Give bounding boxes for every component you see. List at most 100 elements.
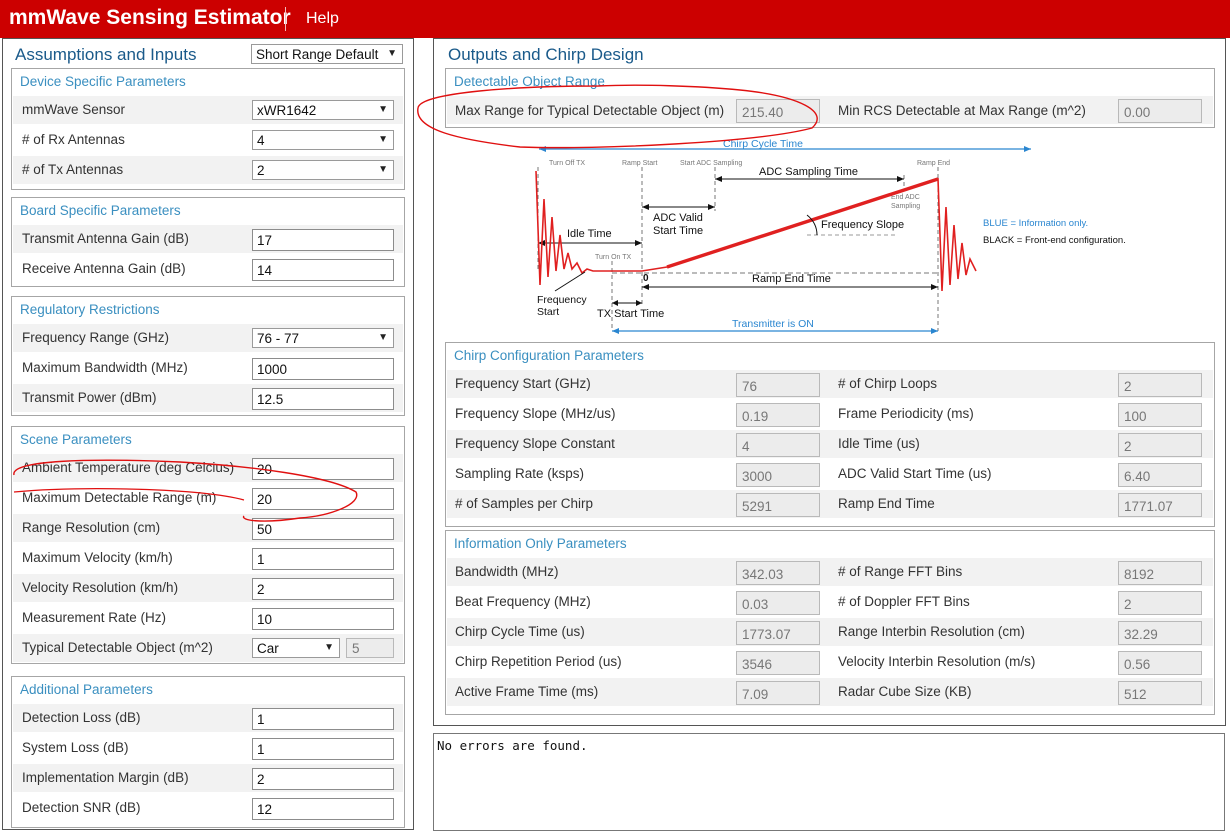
- status-log[interactable]: No errors are found.: [433, 733, 1225, 831]
- rx-gain-input[interactable]: 14: [252, 259, 394, 281]
- arrow-head-icon: [642, 284, 649, 290]
- tx-power-label: Transmit Power (dBm): [22, 390, 157, 405]
- ramp-end-time-label: Ramp End Time: [752, 273, 831, 285]
- sensor-value: xWR1642: [257, 103, 317, 118]
- freq-range-label: Frequency Range (GHz): [22, 330, 170, 345]
- arrow-head-icon: [708, 204, 715, 210]
- tx-power-input[interactable]: 12.5: [252, 388, 394, 410]
- max-bandwidth-label: Maximum Bandwidth (MHz): [22, 360, 188, 375]
- slope-constant-output: 4: [736, 433, 820, 457]
- velocity-resolution-label: Velocity Resolution (km/h): [22, 580, 179, 595]
- idle-time-output-label: Idle Time (us): [838, 436, 920, 451]
- freq-range-value: 76 - 77: [257, 331, 300, 346]
- range-interbin-label: Range Interbin Resolution (cm): [838, 624, 1025, 639]
- range-resolution-label: Range Resolution (cm): [22, 520, 161, 535]
- adc-sampling-label: ADC Sampling Time: [759, 166, 858, 178]
- tx-start-label: TX Start Time: [597, 308, 664, 320]
- chevron-down-icon: ▼: [378, 104, 388, 115]
- adc-start-output: 6.40: [1118, 463, 1202, 487]
- detectable-object-label: Typical Detectable Object (m^2): [22, 640, 213, 655]
- system-loss-label: System Loss (dB): [22, 740, 129, 755]
- inputs-panel-title: Assumptions and Inputs: [15, 45, 197, 64]
- max-range-label: Maximum Detectable Range (m): [22, 490, 217, 505]
- ambient-temp-input[interactable]: 20: [252, 458, 394, 480]
- beat-freq-label: Beat Frequency (MHz): [455, 594, 591, 609]
- info-params-title: Information Only Parameters: [454, 536, 627, 551]
- chirp-config-group: Chirp Configuration Parameters Frequency…: [445, 342, 1215, 527]
- tx-gain-input[interactable]: 17: [252, 229, 394, 251]
- range-fft-bins-output: 8192: [1118, 561, 1202, 585]
- zero-marker: 0: [643, 273, 649, 284]
- chevron-down-icon: ▼: [387, 48, 397, 59]
- board-params-title: Board Specific Parameters: [20, 203, 181, 218]
- max-velocity-input[interactable]: 1: [252, 548, 394, 570]
- device-params-title: Device Specific Parameters: [20, 74, 186, 89]
- doppler-fft-bins-output: 2: [1118, 591, 1202, 615]
- tx-antennas-value: 2: [257, 163, 265, 178]
- chirp-cycle-output: 1773.07: [736, 621, 820, 645]
- tx-antennas-select[interactable]: 2 ▼: [252, 160, 394, 180]
- system-loss-input[interactable]: 1: [252, 738, 394, 760]
- max-range-input[interactable]: 20: [252, 488, 394, 510]
- freq-slope-label: Frequency Slope: [821, 219, 904, 231]
- chirp-loops-output: 2: [1118, 373, 1202, 397]
- sensor-label: mmWave Sensor: [22, 102, 126, 117]
- range-resolution-input[interactable]: 50: [252, 518, 394, 540]
- freq-slope-output-label: Frequency Slope (MHz/us): [455, 406, 616, 421]
- radar-cube-label: Radar Cube Size (KB): [838, 684, 972, 699]
- max-bandwidth-input[interactable]: 1000: [252, 358, 394, 380]
- max-range-output-label: Max Range for Typical Detectable Object …: [455, 103, 725, 118]
- chevron-down-icon: ▼: [378, 164, 388, 175]
- chirp-cycle-label: Chirp Cycle Time (us): [455, 624, 585, 639]
- detectable-object-select[interactable]: Car ▼: [252, 638, 340, 658]
- start-adc-label: Start ADC Sampling: [680, 160, 742, 167]
- freq-start-output-label: Frequency Start (GHz): [455, 376, 591, 391]
- adc-start-label: ADC Valid Start Time (us): [838, 466, 992, 481]
- top-bar: mmWave Sensing Estimator Help: [0, 0, 1230, 38]
- range-interbin-output: 32.29: [1118, 621, 1202, 645]
- min-rcs-label: Min RCS Detectable at Max Range (m^2): [838, 103, 1086, 118]
- arrow-head-icon: [931, 328, 938, 334]
- measurement-rate-input[interactable]: 10: [252, 608, 394, 630]
- blue-note: BLUE = Information only.: [983, 218, 1088, 229]
- row-bg: [447, 558, 1213, 586]
- object-rcs-readout: 5: [346, 638, 394, 658]
- rx-gain-label: Receive Antenna Gain (dB): [22, 261, 186, 276]
- chirp-repetition-label: Chirp Repetition Period (us): [455, 654, 622, 669]
- active-frame-output: 7.09: [736, 681, 820, 705]
- sampling-rate-output: 3000: [736, 463, 820, 487]
- bandwidth-label: Bandwidth (MHz): [455, 564, 559, 579]
- regulatory-group: Regulatory Restrictions Frequency Range …: [11, 296, 405, 416]
- detectable-object-value: Car: [257, 641, 279, 656]
- sensor-select[interactable]: xWR1642 ▼: [252, 100, 394, 120]
- rx-antennas-label: # of Rx Antennas: [22, 132, 125, 147]
- velocity-resolution-input[interactable]: 2: [252, 578, 394, 600]
- ramp-end-output-label: Ramp End Time: [838, 496, 935, 511]
- detection-loss-input[interactable]: 1: [252, 708, 394, 730]
- freq-range-select[interactable]: 76 - 77 ▼: [252, 328, 394, 348]
- tx-on-label: Transmitter is ON: [732, 318, 814, 330]
- ambient-temp-label: Ambient Temperature (deg Celcius): [22, 460, 235, 475]
- black-note: BLACK = Front-end configuration.: [983, 235, 1126, 246]
- arrow-head-icon: [715, 176, 722, 182]
- samples-per-chirp-label: # of Samples per Chirp: [455, 496, 594, 511]
- inputs-panel: Assumptions and Inputs Short Range Defau…: [2, 38, 414, 830]
- chevron-down-icon: ▼: [324, 642, 334, 653]
- samples-per-chirp-output: 5291: [736, 493, 820, 517]
- detectable-range-title: Detectable Object Range: [454, 74, 605, 89]
- impl-margin-input[interactable]: 2: [252, 768, 394, 790]
- help-menu[interactable]: Help: [306, 10, 339, 28]
- preset-select[interactable]: Short Range Default ▼: [251, 44, 403, 64]
- max-range-output: 215.40: [736, 99, 820, 123]
- chirp-config-title: Chirp Configuration Parameters: [454, 348, 644, 363]
- range-fft-bins-label: # of Range FFT Bins: [838, 564, 963, 579]
- detection-snr-input[interactable]: 12: [252, 798, 394, 820]
- ramp-end-output: 1771.07: [1118, 493, 1202, 517]
- rx-antennas-select[interactable]: 4 ▼: [252, 130, 394, 150]
- frame-periodicity-label: Frame Periodicity (ms): [838, 406, 974, 421]
- arrow-head-icon: [636, 300, 642, 306]
- chevron-down-icon: ▼: [378, 134, 388, 145]
- scene-params-title: Scene Parameters: [20, 432, 132, 447]
- app-title: mmWave Sensing Estimator: [9, 6, 291, 29]
- ramp-start-label: Ramp Start: [622, 160, 657, 167]
